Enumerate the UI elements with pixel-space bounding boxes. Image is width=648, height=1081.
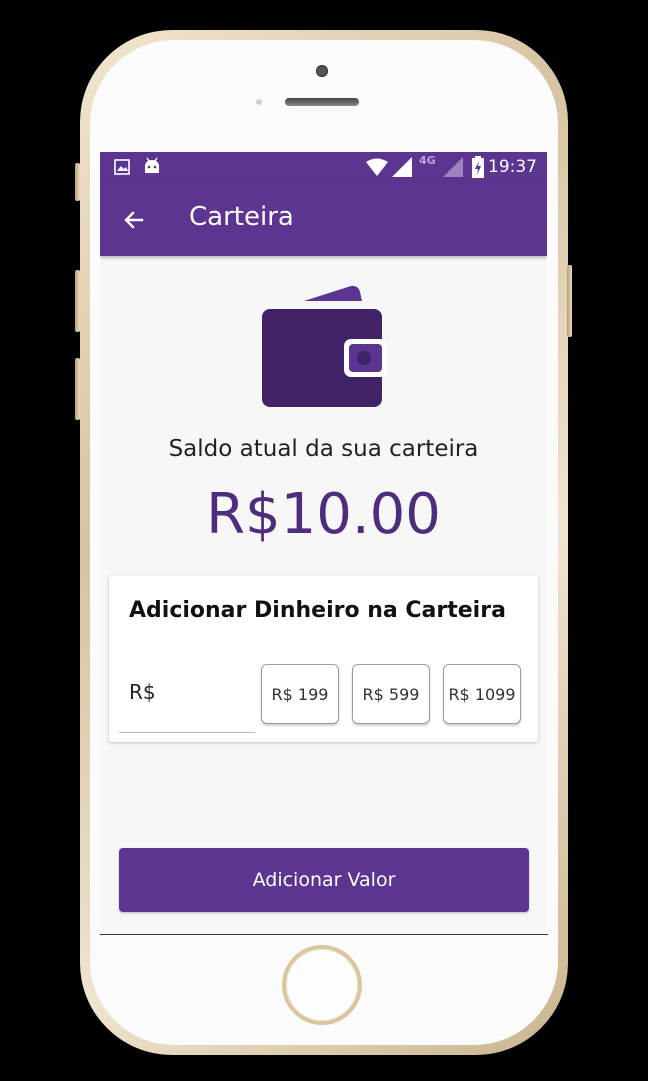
volume-down-button [75,358,80,420]
wifi-icon [366,158,388,176]
volume-up-button [75,270,80,332]
app-bar: Carteira [100,182,547,256]
arrow-left-icon[interactable] [122,208,146,232]
network-type-label: 4G [419,154,436,167]
front-camera [316,65,328,77]
add-money-card: Adicionar Dinheiro na Carteira R$ R$ 199… [109,576,538,742]
power-button [567,265,572,337]
screen-divider [100,934,548,935]
add-value-button[interactable]: Adicionar Valor [119,848,529,912]
status-time: 19:37 [488,157,537,177]
quick-amount-599-button[interactable]: R$ 599 [352,664,430,724]
image-icon [114,159,130,175]
balance-label: Saldo atual da sua carteira [168,436,479,462]
amount-input[interactable]: R$ [119,666,255,733]
earpiece-speaker [285,98,359,106]
card-title: Adicionar Dinheiro na Carteira [129,598,506,623]
quick-amount-1099-button[interactable]: R$ 1099 [443,664,521,724]
balance-value: R$10.00 [206,482,441,547]
wallet-icon [262,285,387,407]
side-button [75,163,80,201]
signal-icon [443,157,463,177]
home-button[interactable] [282,945,362,1025]
proximity-sensor [256,99,262,105]
quick-amount-199-button[interactable]: R$ 199 [261,664,339,724]
battery-charging-icon [472,156,484,178]
app-screen: 4G 19:37 Carteira Saldo atual da sua car… [100,152,547,935]
page-title: Carteira [189,202,294,232]
currency-prefix: R$ [129,680,156,704]
android-icon [145,157,159,173]
status-bar: 4G 19:37 [100,152,547,182]
signal-icon [392,157,412,177]
